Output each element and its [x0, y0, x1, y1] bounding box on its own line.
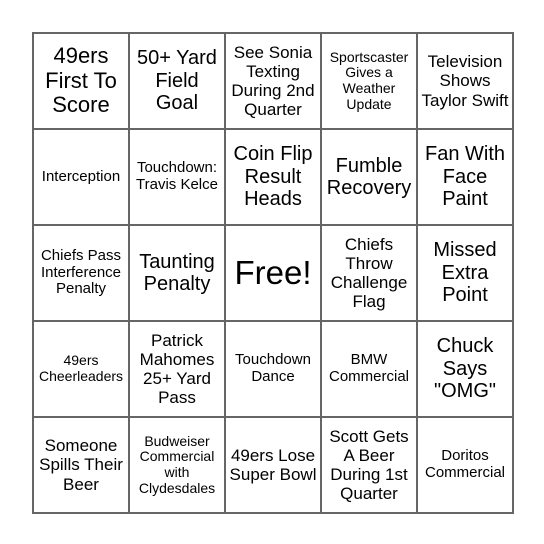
bingo-cell-label: Doritos Commercial — [424, 447, 505, 481]
bingo-cell[interactable]: 49ers Cheerleaders — [34, 322, 130, 418]
bingo-cell[interactable]: Fan With Face Paint — [418, 130, 514, 226]
bingo-cell[interactable]: Touchdown Dance — [226, 322, 322, 418]
bingo-cell[interactable]: Patrick Mahomes 25+ Yard Pass — [130, 322, 226, 418]
bingo-cell-free[interactable]: Free! — [226, 226, 322, 322]
bingo-cell-label: Coin Flip Result Heads — [233, 143, 313, 211]
bingo-cell[interactable]: Coin Flip Result Heads — [226, 130, 322, 226]
bingo-cell-label: See Sonia Texting During 2nd Quarter — [231, 42, 315, 120]
bingo-cell-label: Chuck Says "OMG" — [434, 335, 496, 403]
bingo-cell[interactable]: 49ers Lose Super Bowl — [226, 418, 322, 514]
bingo-cell-label: Taunting Penalty — [139, 250, 215, 295]
bingo-cell-label: Missed Extra Point — [433, 239, 497, 307]
bingo-cell[interactable]: 50+ Yard Field Goal — [130, 34, 226, 130]
bingo-cell-label: Television Shows Taylor Swift — [421, 52, 509, 110]
bingo-cell[interactable]: Touchdown: Travis Kelce — [130, 130, 226, 226]
bingo-cell-label: Someone Spills Their Beer — [39, 436, 123, 494]
bingo-cell-label: Touchdown Dance — [235, 351, 311, 385]
bingo-cell-label: Patrick Mahomes 25+ Yard Pass — [139, 330, 215, 408]
bingo-cell-label: Fumble Recovery — [326, 154, 412, 199]
bingo-cell-label: 50+ Yard Field Goal — [137, 47, 217, 115]
bingo-cell[interactable]: Sportscaster Gives a Weather Update — [322, 34, 418, 130]
bingo-cell[interactable]: Fumble Recovery — [322, 130, 418, 226]
bingo-cell-label: Touchdown: Travis Kelce — [136, 159, 218, 193]
bingo-cell[interactable]: Chuck Says "OMG" — [418, 322, 514, 418]
bingo-cell-label: Scott Gets A Beer During 1st Quarter — [329, 426, 409, 504]
bingo-cell[interactable]: Budweiser Commercial with Clydesdales — [130, 418, 226, 514]
bingo-card: 49ers First To Score 50+ Yard Field Goal S… — [32, 32, 514, 514]
bingo-cell-label: Interception — [41, 167, 121, 185]
bingo-cell[interactable]: BMW Commercial — [322, 322, 418, 418]
bingo-cell-label: Budweiser Commercial with Clydesdales — [138, 432, 216, 496]
bingo-cell-label: Sportscaster Gives a Weather Update — [329, 48, 409, 112]
bingo-cell[interactable]: Someone Spills Their Beer — [34, 418, 130, 514]
bingo-cell-label: 49ers First To Score — [45, 43, 117, 118]
bingo-cell-label: BMW Commercial — [328, 351, 409, 385]
bingo-cell-label: Chiefs Throw Challenge Flag — [330, 234, 408, 312]
bingo-cell[interactable]: Scott Gets A Beer During 1st Quarter — [322, 418, 418, 514]
bingo-cell-label: 49ers Cheerleaders — [38, 352, 124, 384]
bingo-cell-label: Fan With Face Paint — [424, 143, 506, 211]
bingo-cell[interactable]: 49ers First To Score — [34, 34, 130, 130]
bingo-cell[interactable]: See Sonia Texting During 2nd Quarter — [226, 34, 322, 130]
bingo-cell-label: 49ers Lose Super Bowl — [229, 445, 317, 484]
bingo-cell[interactable]: Interception — [34, 130, 130, 226]
bingo-cell[interactable]: Chiefs Throw Challenge Flag — [322, 226, 418, 322]
bingo-cell[interactable]: Doritos Commercial — [418, 418, 514, 514]
bingo-cell[interactable]: Missed Extra Point — [418, 226, 514, 322]
bingo-cell-label: Free! — [234, 253, 312, 291]
bingo-cell-label: Chiefs Pass Interference Penalty — [40, 246, 122, 298]
bingo-cell[interactable]: Taunting Penalty — [130, 226, 226, 322]
bingo-cell[interactable]: Television Shows Taylor Swift — [418, 34, 514, 130]
bingo-cell[interactable]: Chiefs Pass Interference Penalty — [34, 226, 130, 322]
